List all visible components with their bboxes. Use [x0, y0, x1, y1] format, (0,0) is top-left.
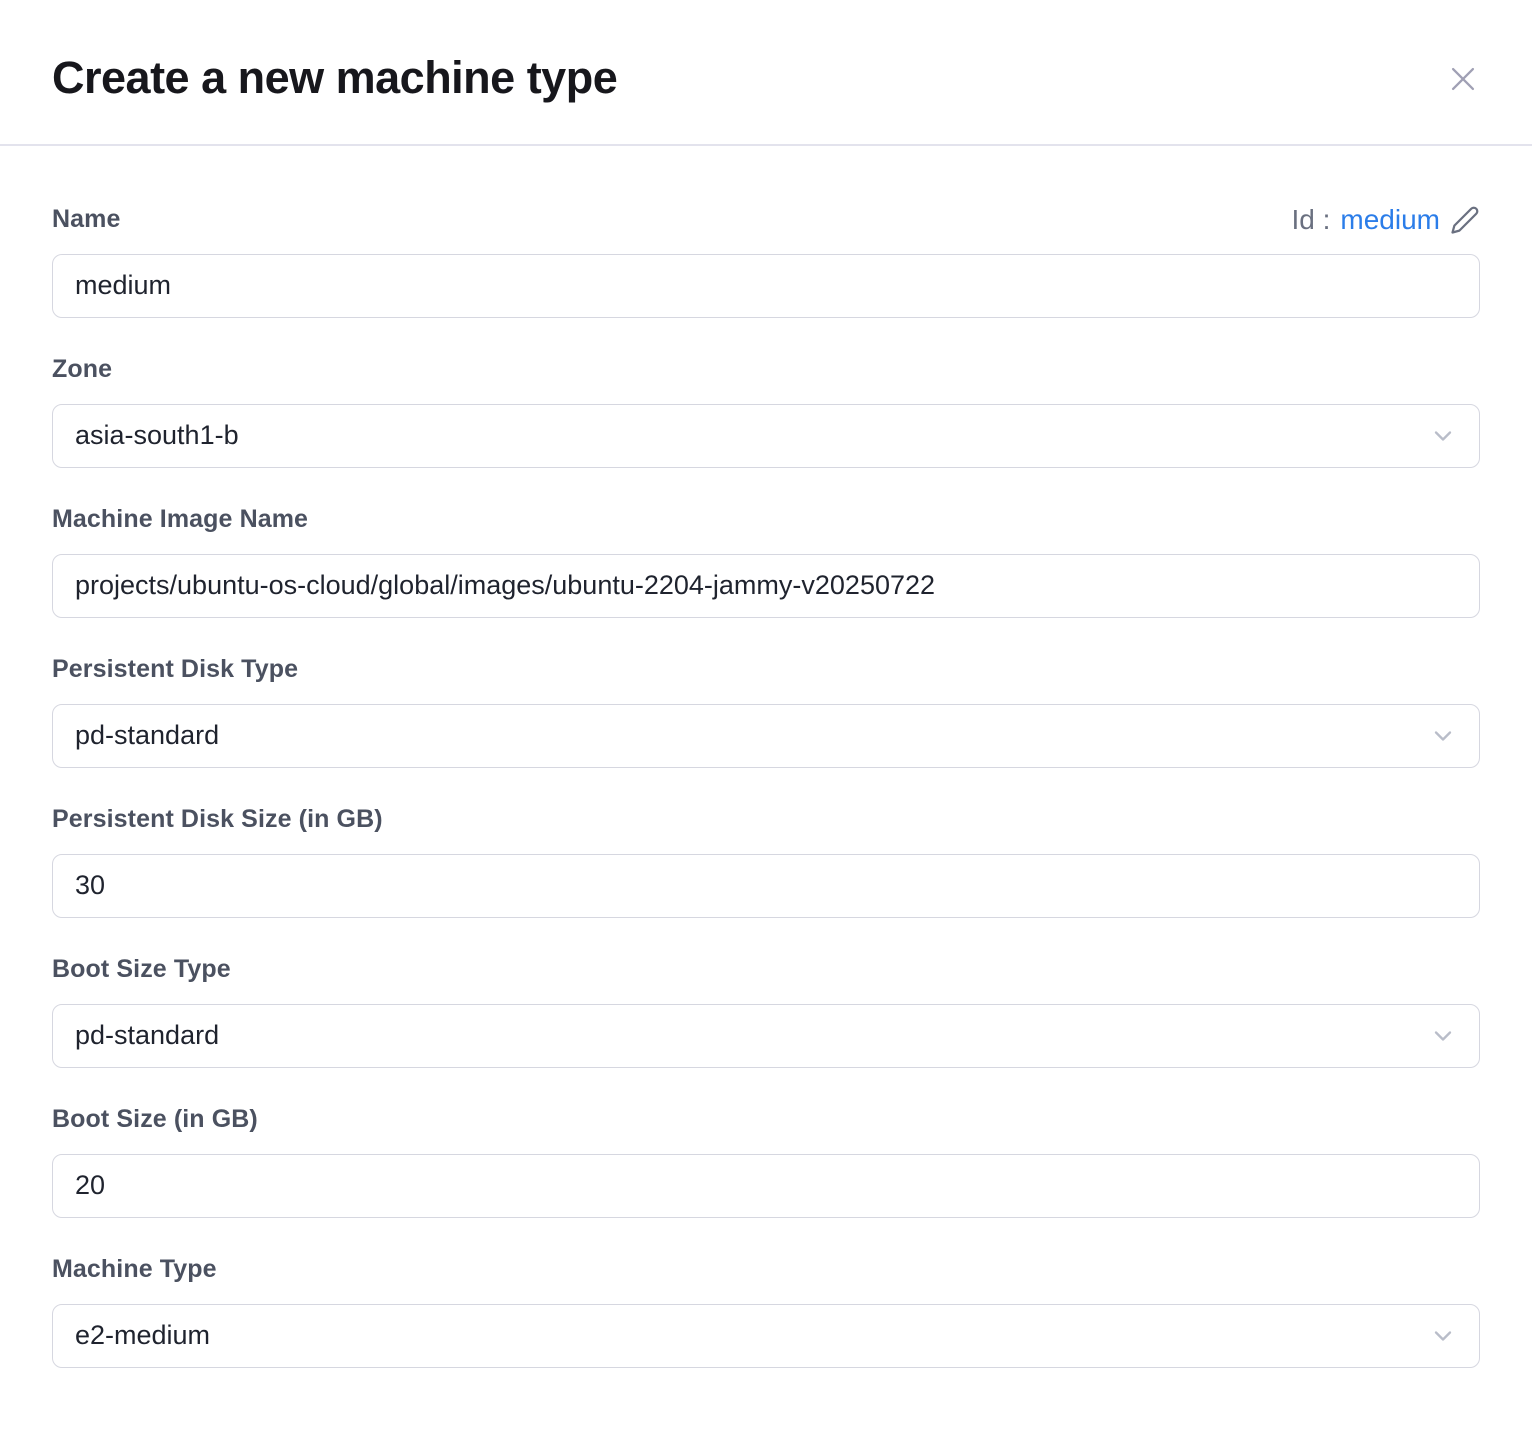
boot-size-field-group: Boot Size (in GB): [52, 1104, 1480, 1218]
id-label: Id :: [1291, 204, 1330, 236]
persistent-disk-size-input[interactable]: [52, 854, 1480, 918]
boot-size-type-field-group: Boot Size Type pd-standard: [52, 954, 1480, 1068]
boot-size-type-select-value: pd-standard: [75, 1020, 219, 1051]
persistent-disk-type-field-group: Persistent Disk Type pd-standard: [52, 654, 1480, 768]
chevron-down-icon: [1429, 1322, 1457, 1350]
zone-field-group: Zone asia-south1-b: [52, 354, 1480, 468]
zone-select[interactable]: asia-south1-b: [52, 404, 1480, 468]
chevron-down-icon: [1429, 722, 1457, 750]
boot-size-label: Boot Size (in GB): [52, 1105, 258, 1134]
zone-label: Zone: [52, 355, 112, 384]
name-input[interactable]: [52, 254, 1480, 318]
create-machine-type-modal: Create a new machine type Name Id : medi…: [0, 0, 1532, 1434]
id-row: Id : medium: [1291, 204, 1480, 236]
machine-type-label: Machine Type: [52, 1255, 217, 1284]
machine-image-name-field-group: Machine Image Name: [52, 504, 1480, 618]
chevron-down-icon: [1429, 1022, 1457, 1050]
boot-size-type-label: Boot Size Type: [52, 955, 231, 984]
page-title: Create a new machine type: [52, 52, 617, 104]
persistent-disk-type-select-value: pd-standard: [75, 720, 219, 751]
pencil-icon: [1450, 205, 1480, 235]
machine-type-field-group: Machine Type e2-medium: [52, 1254, 1480, 1368]
close-button[interactable]: [1442, 58, 1484, 100]
modal-header: Create a new machine type: [0, 0, 1532, 144]
machine-image-name-input[interactable]: [52, 554, 1480, 618]
edit-id-button[interactable]: [1450, 205, 1480, 235]
modal-body: Name Id : medium Zone asia-south: [0, 146, 1532, 1434]
name-field-group: Name Id : medium: [52, 204, 1480, 318]
machine-image-name-label: Machine Image Name: [52, 505, 308, 534]
zone-select-value: asia-south1-b: [75, 420, 239, 451]
persistent-disk-size-label: Persistent Disk Size (in GB): [52, 805, 383, 834]
machine-type-select-value: e2-medium: [75, 1320, 210, 1351]
chevron-down-icon: [1429, 422, 1457, 450]
close-icon: [1446, 62, 1480, 96]
persistent-disk-type-select[interactable]: pd-standard: [52, 704, 1480, 768]
id-value: medium: [1340, 204, 1440, 236]
machine-type-select[interactable]: e2-medium: [52, 1304, 1480, 1368]
persistent-disk-type-label: Persistent Disk Type: [52, 655, 298, 684]
boot-size-type-select[interactable]: pd-standard: [52, 1004, 1480, 1068]
boot-size-input[interactable]: [52, 1154, 1480, 1218]
name-label: Name: [52, 205, 121, 234]
persistent-disk-size-field-group: Persistent Disk Size (in GB): [52, 804, 1480, 918]
